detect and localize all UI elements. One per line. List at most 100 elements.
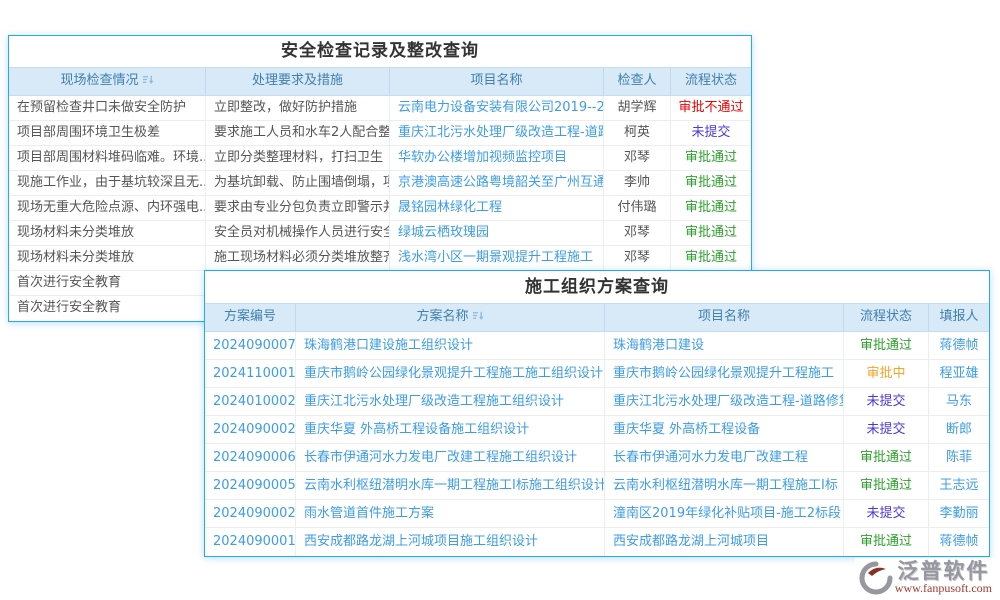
plan_name-cell[interactable]: 珠海鹤港口建设施工组织设计 bbox=[296, 332, 605, 360]
status-cell: 未提交 bbox=[671, 121, 751, 146]
reporter-cell[interactable]: 断郎 bbox=[929, 416, 989, 444]
status-cell: 审批通过 bbox=[844, 332, 929, 360]
project-cell[interactable]: 长春市伊通河水力发电厂改建工程 bbox=[605, 444, 844, 472]
situation-cell: 首次进行安全教育 bbox=[9, 296, 206, 321]
measure-cell: 立即分类整理材料，打扫卫生 bbox=[206, 146, 390, 171]
reporter-cell[interactable]: 程亚雄 bbox=[929, 360, 989, 388]
situation-cell: 首次进行安全教育 bbox=[9, 271, 206, 296]
column-header-project[interactable]: 项目名称 bbox=[390, 68, 604, 95]
measure-cell: 要求由专业分包负责立即警示并... bbox=[206, 196, 390, 221]
reporter-cell[interactable]: 蒋德帧 bbox=[929, 332, 989, 360]
project-cell[interactable]: 重庆江北污水处理厂级改造工程-道路修复 bbox=[605, 388, 844, 416]
table-row: 现场无重大危险点源、内环强电...要求由专业分包负责立即警示并...晟铭园林绿化… bbox=[9, 196, 751, 221]
plan-window-title: 施工组织方案查询 bbox=[205, 271, 989, 303]
project-cell[interactable]: 重庆华夏 外高桥工程设备 bbox=[605, 416, 844, 444]
status-cell: 未提交 bbox=[844, 416, 929, 444]
plan-table-body: 2024090007珠海鹤港口建设施工组织设计珠海鹤港口建设审批通过蒋德帧202… bbox=[205, 332, 989, 556]
reporter-cell[interactable]: 陈菲 bbox=[929, 444, 989, 472]
column-header-project[interactable]: 项目名称 bbox=[605, 304, 844, 331]
plan_id-cell[interactable]: 2024090006 bbox=[205, 444, 296, 472]
status-cell: 未提交 bbox=[844, 388, 929, 416]
logo-brand-text: 泛普软件 bbox=[897, 560, 989, 582]
reporter-cell[interactable]: 王志远 bbox=[929, 472, 989, 500]
project-cell[interactable]: 云南水利枢纽潜明水库一期工程施工I标 bbox=[605, 472, 844, 500]
table-row: 项目部周围环境卫生极差要求施工人员和水车2人配合整...重庆江北污水处理厂级改造… bbox=[9, 121, 751, 146]
table-row: 项目部周围材料堆码临难。环境...立即分类整理材料，打扫卫生华软办公楼增加视频监… bbox=[9, 146, 751, 171]
plan_id-cell[interactable]: 2024110001 bbox=[205, 360, 296, 388]
project-cell[interactable]: 绿城云栖玫瑰园 bbox=[390, 221, 604, 246]
safety-window-title: 安全检查记录及整改查询 bbox=[9, 36, 751, 67]
column-header-status[interactable]: 流程状态 bbox=[844, 304, 929, 331]
project-cell[interactable]: 重庆市鹅岭公园绿化景观提升工程施工 bbox=[605, 360, 844, 388]
plan_id-cell[interactable]: 2024090001 bbox=[205, 528, 296, 556]
project-cell[interactable]: 重庆江北污水处理厂级改造工程-道路修复 bbox=[390, 121, 604, 146]
table-row: 2024090006长春市伊通河水力发电厂改建工程施工组织设计长春市伊通河水力发… bbox=[205, 444, 989, 472]
table-row: 2024090002雨水管道首件施工方案潼南区2019年绿化补贴项目-施工2标段… bbox=[205, 500, 989, 528]
fanpu-software-logo: 泛普软件 www.fanpusoft.com bbox=[855, 558, 998, 597]
plan_id-cell[interactable]: 2024090005 bbox=[205, 472, 296, 500]
table-row: 2024090002重庆华夏 外高桥工程设备施工组织设计重庆华夏 外高桥工程设备… bbox=[205, 416, 989, 444]
project-cell[interactable]: 云南电力设备安装有限公司2019--2020年度 bbox=[390, 96, 604, 121]
inspector-cell: 邓琴 bbox=[604, 246, 671, 271]
column-header-situation-label: 现场检查情况 bbox=[60, 73, 138, 88]
plan-table-header: 方案编号 方案名称 项目名称 流程状态 填报人 bbox=[205, 303, 989, 332]
situation-cell: 项目部周围材料堆码临难。环境... bbox=[9, 146, 206, 171]
column-header-measure[interactable]: 处理要求及措施 bbox=[206, 68, 390, 95]
reporter-cell[interactable]: 李勤丽 bbox=[929, 500, 989, 528]
measure-cell: 要求施工人员和水车2人配合整... bbox=[206, 121, 390, 146]
project-cell[interactable]: 珠海鹤港口建设 bbox=[605, 332, 844, 360]
project-cell[interactable]: 西安成都路龙湖上河城项目 bbox=[605, 528, 844, 556]
column-header-plan-id[interactable]: 方案编号 bbox=[205, 304, 296, 331]
status-cell: 审批通过 bbox=[671, 146, 751, 171]
situation-cell: 在预留检查井口未做安全防护 bbox=[9, 96, 206, 121]
plan_name-cell[interactable]: 西安成都路龙湖上河城项目施工组织设计 bbox=[296, 528, 605, 556]
reporter-cell[interactable]: 蒋德帧 bbox=[929, 528, 989, 556]
measure-cell: 安全员对机械操作人员进行安全... bbox=[206, 221, 390, 246]
plan_name-cell[interactable]: 云南水利枢纽潜明水库一期工程施工I标施工组织设计 bbox=[296, 472, 605, 500]
plan_name-cell[interactable]: 重庆市鹅岭公园绿化景观提升工程施工施工组织设计 bbox=[296, 360, 605, 388]
table-row: 2024110001重庆市鹅岭公园绿化景观提升工程施工施工组织设计重庆市鹅岭公园… bbox=[205, 360, 989, 388]
inspector-cell: 李帅 bbox=[604, 171, 671, 196]
measure-cell: 施工现场材料必须分类堆放整齐... bbox=[206, 246, 390, 271]
project-cell[interactable]: 华软办公楼增加视频监控项目 bbox=[390, 146, 604, 171]
project-cell[interactable]: 潼南区2019年绿化补贴项目-施工2标段 bbox=[605, 500, 844, 528]
sort-icon[interactable] bbox=[142, 74, 154, 85]
plan_id-cell[interactable]: 2024090002 bbox=[205, 416, 296, 444]
plan_name-cell[interactable]: 重庆江北污水处理厂级改造工程施工组织设计 bbox=[296, 388, 605, 416]
column-header-reporter[interactable]: 填报人 bbox=[929, 304, 989, 331]
table-row: 2024010002重庆江北污水处理厂级改造工程施工组织设计重庆江北污水处理厂级… bbox=[205, 388, 989, 416]
reporter-cell[interactable]: 马东 bbox=[929, 388, 989, 416]
column-header-plan-name-label: 方案名称 bbox=[416, 309, 468, 324]
plan_id-cell[interactable]: 2024010002 bbox=[205, 388, 296, 416]
column-header-plan-name[interactable]: 方案名称 bbox=[296, 304, 605, 331]
status-cell: 审批通过 bbox=[671, 246, 751, 271]
plan_name-cell[interactable]: 重庆华夏 外高桥工程设备施工组织设计 bbox=[296, 416, 605, 444]
situation-cell: 现场材料未分类堆放 bbox=[9, 221, 206, 246]
status-cell: 审批通过 bbox=[844, 444, 929, 472]
inspector-cell: 邓琴 bbox=[604, 146, 671, 171]
situation-cell: 项目部周围环境卫生极差 bbox=[9, 121, 206, 146]
status-cell: 审批通过 bbox=[844, 472, 929, 500]
measure-cell: 为基坑卸载、防止围墙倒塌，项... bbox=[206, 171, 390, 196]
column-header-situation[interactable]: 现场检查情况 bbox=[9, 68, 206, 95]
status-cell: 审批不通过 bbox=[671, 96, 751, 121]
plan_name-cell[interactable]: 雨水管道首件施工方案 bbox=[296, 500, 605, 528]
plan_id-cell[interactable]: 2024090007 bbox=[205, 332, 296, 360]
status-cell: 审批通过 bbox=[671, 196, 751, 221]
plan_name-cell[interactable]: 长春市伊通河水力发电厂改建工程施工组织设计 bbox=[296, 444, 605, 472]
inspector-cell: 付伟璐 bbox=[604, 196, 671, 221]
project-cell[interactable]: 晟铭园林绿化工程 bbox=[390, 196, 604, 221]
situation-cell: 现施工作业，由于基坑较深且无... bbox=[9, 171, 206, 196]
table-row: 在预留检查井口未做安全防护立即整改，做好防护措施云南电力设备安装有限公司2019… bbox=[9, 96, 751, 121]
column-header-status[interactable]: 流程状态 bbox=[671, 68, 751, 95]
status-cell: 未提交 bbox=[844, 500, 929, 528]
situation-cell: 现场无重大危险点源、内环强电... bbox=[9, 196, 206, 221]
sort-icon[interactable] bbox=[472, 310, 484, 321]
column-header-inspector[interactable]: 检查人 bbox=[604, 68, 671, 95]
table-row: 现场材料未分类堆放施工现场材料必须分类堆放整齐...浅水湾小区一期景观提升工程施… bbox=[9, 246, 751, 271]
table-row: 2024090001西安成都路龙湖上河城项目施工组织设计西安成都路龙湖上河城项目… bbox=[205, 528, 989, 556]
plan_id-cell[interactable]: 2024090002 bbox=[205, 500, 296, 528]
measure-cell: 立即整改，做好防护措施 bbox=[206, 96, 390, 121]
project-cell[interactable]: 浅水湾小区一期景观提升工程施工 bbox=[390, 246, 604, 271]
project-cell[interactable]: 京港澳高速公路粤境韶关至广州互通路面改造 bbox=[390, 171, 604, 196]
